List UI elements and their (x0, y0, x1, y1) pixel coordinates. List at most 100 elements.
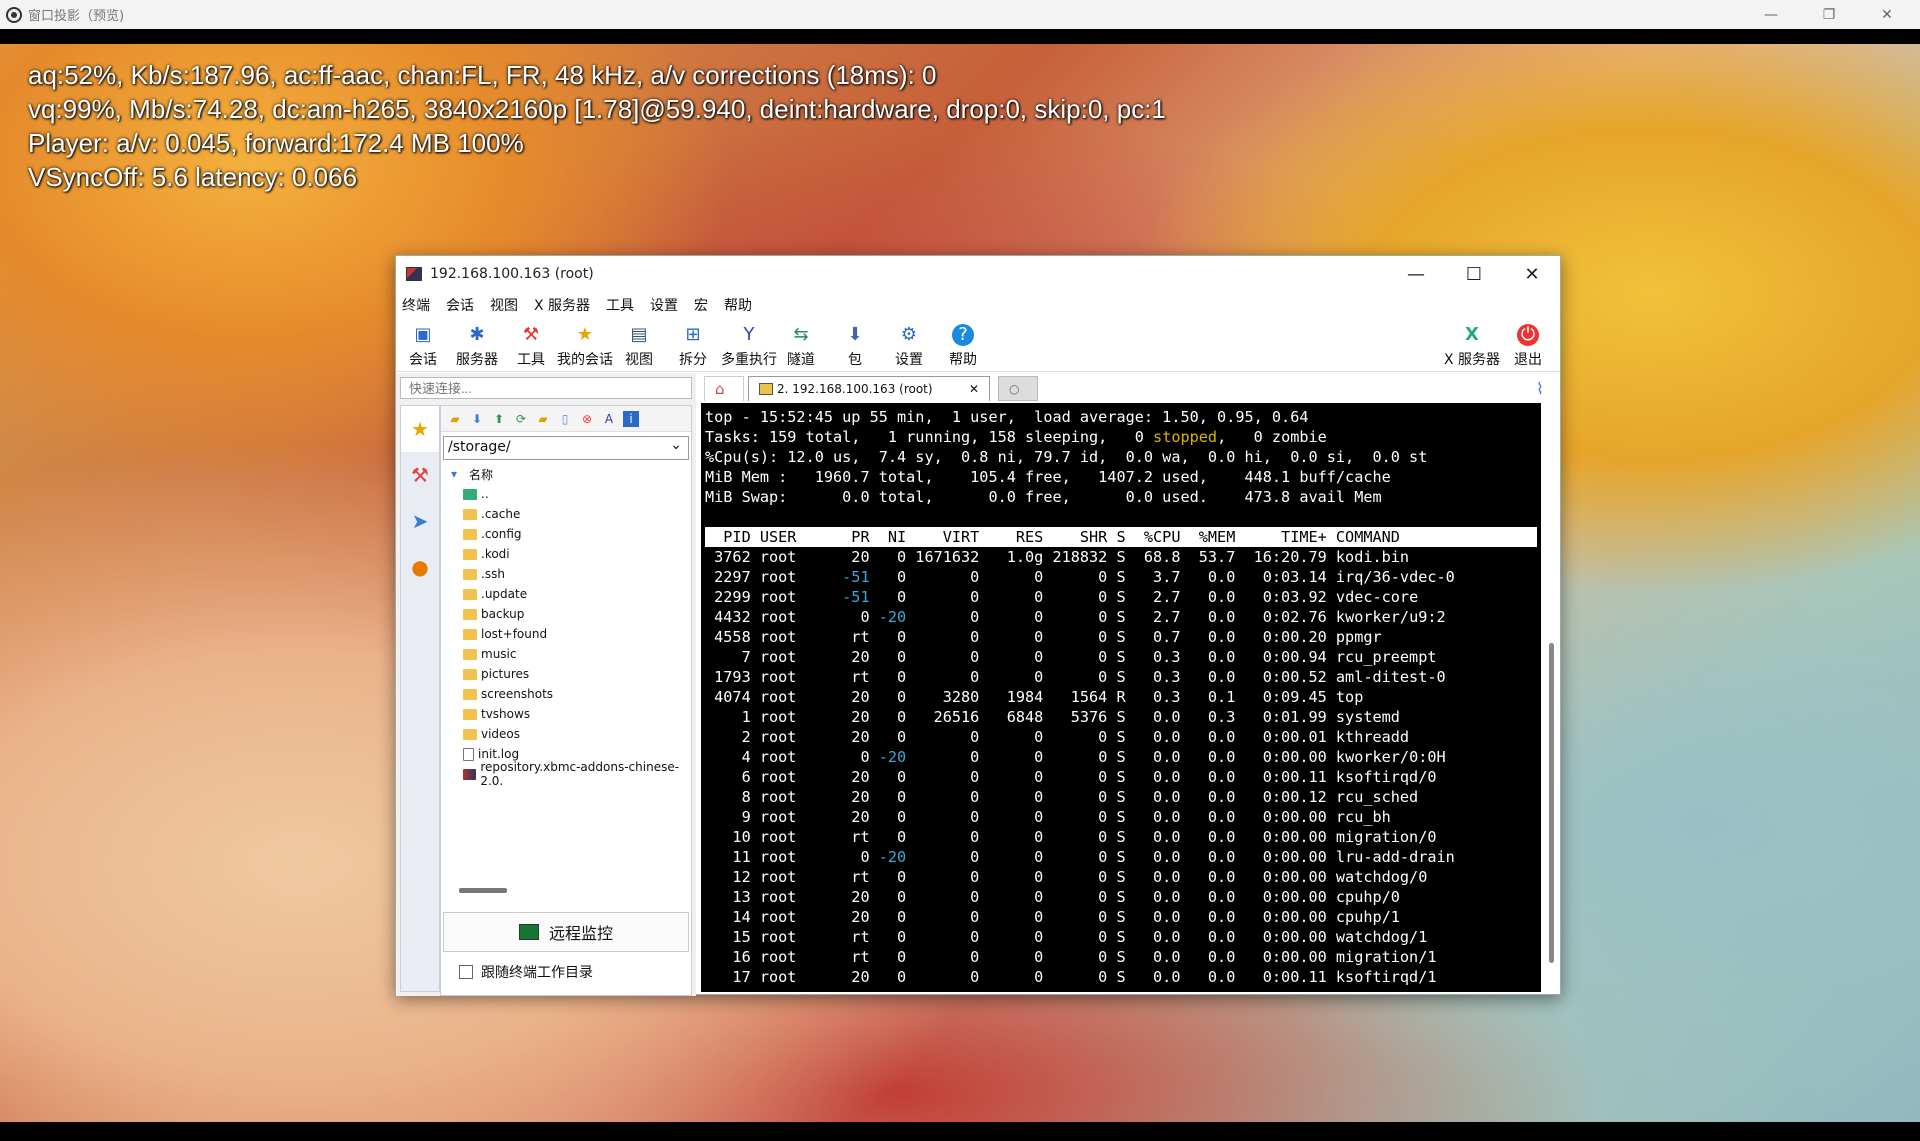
list-item[interactable]: tvshows (441, 704, 691, 724)
tree-header: ▾ 名称 (451, 467, 494, 482)
close-button[interactable]: ✕ (1503, 256, 1561, 292)
toolbar-package-button[interactable]: ⬇ 包 (824, 320, 886, 369)
file-browser: ▰ ⬇ ⬆ ⟳ ▰ ▯ ⊗ A i /storage/ ▾名称 .. .cach… (440, 405, 692, 996)
table-row: 4 root 0 -20 0 0 0 S 0.0 0.0 0:00.00 kwo… (705, 748, 1446, 766)
tools-icon: ⚒ (522, 324, 540, 345)
toolbar-server-button[interactable]: ✱ 服务器 (446, 320, 508, 369)
table-row: 12 root rt 0 0 0 0 S 0.0 0.0 0:00.00 wat… (705, 868, 1428, 886)
split-icon: ⊞ (685, 324, 701, 345)
outer-minimize-button[interactable]: — (1748, 0, 1794, 29)
toolbar-mysessions-button[interactable]: ★ 我的会话 (554, 320, 616, 369)
table-row: 15 root rt 0 0 0 0 S 0.0 0.0 0:00.00 wat… (705, 928, 1428, 946)
list-item[interactable]: .cache (441, 504, 691, 524)
toolbar-session-button[interactable]: ▣ 会话 (392, 320, 454, 369)
open-folder-icon[interactable]: ▰ (447, 411, 463, 427)
network-icon: ✱ (469, 324, 485, 345)
download-icon[interactable]: ⬇ (469, 411, 485, 427)
list-item[interactable]: .config (441, 524, 691, 544)
table-row: 4074 root 20 0 3280 1984 1564 R 0.3 0.1 … (705, 688, 1364, 706)
menu-terminal[interactable]: 终端 (402, 295, 430, 315)
table-row: 4432 root 0 -20 0 0 0 S 2.7 0.0 0:02.76 … (705, 608, 1446, 626)
tab-close-button[interactable]: ✕ (969, 382, 979, 396)
folder-icon (463, 708, 477, 720)
osd-line: vq:99%, Mb/s:74.28, dc:am-h265, 3840x216… (28, 94, 1166, 124)
folder-icon (463, 588, 477, 600)
attach-icon[interactable]: ⌇ (1526, 376, 1556, 401)
list-item[interactable]: repository.xbmc-addons-chinese-2.0. (441, 760, 691, 788)
toolbar-split-button[interactable]: ⊞ 拆分 (662, 320, 724, 369)
osd-line: VSyncOff: 5.6 latency: 0.066 (28, 162, 358, 192)
follow-dir-option[interactable]: 跟随终端工作目录 (459, 962, 593, 982)
toolbar-help-button[interactable]: ? 帮助 (932, 320, 994, 369)
table-row: 9 root 20 0 0 0 0 S 0.0 0.0 0:00.00 rcu_… (705, 808, 1391, 826)
list-item[interactable]: lost+found (441, 624, 691, 644)
upload-icon[interactable]: ⬆ (491, 411, 507, 427)
home-tab-icon[interactable]: ⌂ (704, 376, 744, 401)
new-folder-icon[interactable]: ▰ (535, 411, 551, 427)
delete-icon[interactable]: ⊗ (579, 411, 595, 427)
remote-monitor-button[interactable]: 远程监控 (443, 912, 689, 952)
outer-restore-button[interactable]: ❐ (1806, 0, 1852, 29)
horizontal-scrollbar[interactable] (459, 888, 507, 893)
folder-icon (463, 568, 477, 580)
new-file-icon[interactable]: ▯ (557, 411, 573, 427)
expand-icon[interactable]: ▾ (451, 467, 457, 481)
list-item[interactable]: .. (441, 484, 691, 504)
app-logo-icon (6, 6, 22, 23)
sessions-star-icon[interactable]: ★ (401, 406, 439, 452)
maximize-button[interactable]: ☐ (1445, 256, 1503, 292)
rename-icon[interactable]: A (601, 411, 617, 427)
menu-session[interactable]: 会话 (446, 295, 474, 315)
path-combobox[interactable]: /storage/ (443, 436, 689, 460)
summary-line: top - 15:52:45 up 55 min, 1 user, load a… (705, 408, 1309, 426)
list-item[interactable]: pictures (441, 664, 691, 684)
menu-xserver[interactable]: X 服务器 (534, 295, 590, 315)
send-side-icon[interactable]: ➤ (401, 498, 439, 544)
list-item[interactable]: videos (441, 724, 691, 744)
list-item[interactable]: .kodi (441, 544, 691, 564)
folder-icon (463, 648, 477, 660)
terminal-app-icon (406, 267, 422, 281)
menu-macro[interactable]: 宏 (694, 295, 708, 315)
menu-bar: 终端 会话 视图 X 服务器 工具 设置 宏 帮助 (396, 292, 1560, 318)
tools-side-icon[interactable]: ⚒ (401, 452, 439, 498)
folder-icon (463, 668, 477, 680)
follow-dir-checkbox[interactable] (459, 965, 473, 979)
toolbar-view-button[interactable]: ▤ 视图 (608, 320, 670, 369)
file-icon (463, 747, 474, 761)
new-tab-button[interactable]: ○ (998, 376, 1038, 401)
properties-icon[interactable]: i (623, 410, 639, 427)
package-icon: ⬇ (847, 324, 863, 345)
quick-connect-input[interactable] (400, 377, 692, 399)
tab-bar: ⌂ 2. 192.168.100.163 (root) ✕ ○ ⌇ (696, 373, 1560, 401)
scrollbar-thumb[interactable] (1549, 643, 1554, 963)
table-row: 16 root rt 0 0 0 0 S 0.0 0.0 0:00.00 mig… (705, 948, 1437, 966)
toolbar-settings-button[interactable]: ⚙ 设置 (878, 320, 940, 369)
toolbar: ▣ 会话 ✱ 服务器 ⚒ 工具 ★ 我的会话 ▤ 视图 ⊞ 拆分 Y 多重执行 ⇆ 隧道 ⬇ 包 … (396, 318, 1560, 372)
file-toolbar: ▰ ⬇ ⬆ ⟳ ▰ ▯ ⊗ A i (441, 406, 691, 432)
bottom-bar (0, 1122, 1920, 1141)
menu-help[interactable]: 帮助 (724, 295, 752, 315)
list-item[interactable]: screenshots (441, 684, 691, 704)
terminal-output[interactable]: top - 15:52:45 up 55 min, 1 user, load a… (701, 403, 1541, 992)
menu-settings[interactable]: 设置 (650, 295, 678, 315)
minimize-button[interactable]: — (1387, 256, 1445, 292)
toolbar-tools-button[interactable]: ⚒ 工具 (500, 320, 562, 369)
list-item[interactable]: music (441, 644, 691, 664)
table-row: 8 root 20 0 0 0 0 S 0.0 0.0 0:00.12 rcu_… (705, 788, 1419, 806)
list-item[interactable]: .update (441, 584, 691, 604)
osd-line: aq:52%, Kb/s:187.96, ac:ff-aac, chan:FL,… (28, 60, 937, 90)
list-item[interactable]: backup (441, 604, 691, 624)
gear-icon: ⚙ (900, 324, 918, 345)
menu-tools[interactable]: 工具 (606, 295, 634, 315)
tab-session[interactable]: 2. 192.168.100.163 (root) ✕ (748, 376, 990, 401)
menu-view[interactable]: 视图 (490, 295, 518, 315)
refresh-icon[interactable]: ⟳ (513, 411, 529, 427)
table-row: 13 root 20 0 0 0 0 S 0.0 0.0 0:00.00 cpu… (705, 888, 1400, 906)
list-item[interactable]: .ssh (441, 564, 691, 584)
outer-close-button[interactable]: ✕ (1864, 0, 1910, 29)
toolbar-tunnel-button[interactable]: ⇆ 隧道 (770, 320, 832, 369)
toolbar-exit-button[interactable]: ⏻ 退出 (1497, 320, 1559, 369)
terminal-scrollbar[interactable] (1547, 403, 1557, 992)
sftp-globe-icon[interactable]: ● (401, 544, 439, 590)
